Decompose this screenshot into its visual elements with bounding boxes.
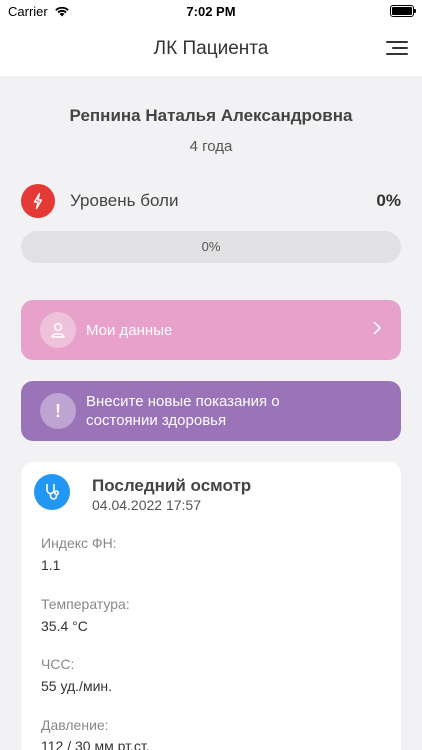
heart-rate-label: ЧСС: xyxy=(41,656,75,672)
carrier-label: Carrier xyxy=(8,3,48,19)
menu-icon[interactable] xyxy=(386,38,408,58)
patient-name: Репнина Наталья Александровна xyxy=(69,106,353,125)
last-exam-date: 04.04.2022 17:57 xyxy=(92,497,201,513)
status-right xyxy=(390,5,416,17)
patient-age: 4 года xyxy=(189,138,233,155)
blood-pressure-value: 112 / 30 мм рт.ст. xyxy=(41,738,150,750)
pain-progress-text: 0% xyxy=(201,239,221,254)
pain-level-label: Уровень боли xyxy=(70,191,179,210)
page-title: ЛК Пациента xyxy=(153,38,269,59)
battery-icon xyxy=(390,5,416,17)
pain-level-row: Уровень боли 0% xyxy=(21,184,401,218)
fn-index-value: 1.1 xyxy=(41,557,61,573)
chevron-right-icon xyxy=(372,321,382,340)
my-data-button[interactable]: Мои данные xyxy=(21,300,401,360)
nav-bar: ЛК Пациента xyxy=(0,22,422,76)
user-icon xyxy=(40,312,76,348)
exclamation-icon: ! xyxy=(40,393,76,429)
blood-pressure-label: Давление: xyxy=(41,717,109,733)
status-left: Carrier xyxy=(8,4,70,19)
new-readings-label: Внесите новые показания о состоянии здор… xyxy=(86,393,280,429)
status-bar: Carrier 7:02 PM xyxy=(0,0,422,22)
pain-level-value: 0% xyxy=(376,191,401,210)
lightning-icon xyxy=(21,184,55,218)
stethoscope-icon xyxy=(34,474,70,510)
wifi-icon xyxy=(54,6,69,17)
temperature-value: 35.4 °C xyxy=(41,618,88,634)
my-data-label: Мои данные xyxy=(86,321,173,339)
temperature-label: Температура: xyxy=(41,596,130,612)
new-readings-button[interactable]: ! Внесите новые показания о состоянии зд… xyxy=(21,381,401,441)
last-exam-title: Последний осмотр xyxy=(92,476,252,495)
heart-rate-value: 55 уд./мин. xyxy=(41,678,113,694)
last-exam-card: Последний осмотр 04.04.2022 17:57 Индекс… xyxy=(21,462,401,750)
fn-index-label: Индекс ФН: xyxy=(41,535,117,551)
pain-progress-bar: 0% xyxy=(21,231,401,263)
